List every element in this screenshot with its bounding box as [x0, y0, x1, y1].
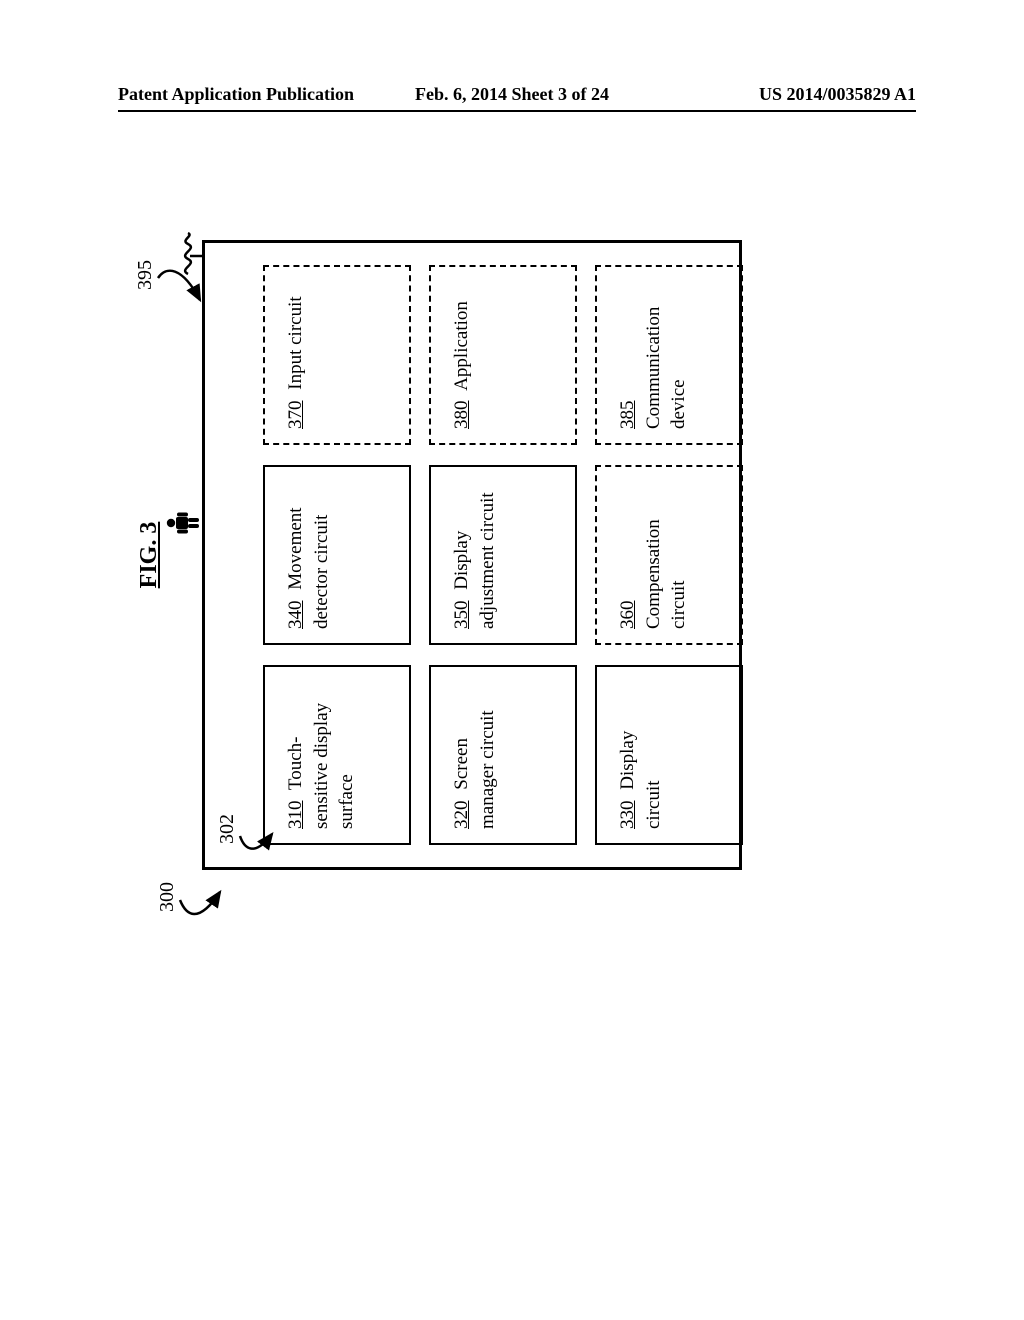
block-340: 340 Movement detector circuit — [263, 465, 411, 645]
block-385: 385 Communication device — [595, 265, 743, 445]
device-box: 310 Touch-sensitive display surface 340 … — [202, 240, 742, 870]
figure-3: FIG. 3 300 302 — [172, 240, 852, 870]
ref-300: 300 — [156, 882, 179, 912]
ref-370: 370 — [283, 401, 309, 430]
block-360: 360 Compensation circuit — [595, 465, 743, 645]
ref-380: 380 — [449, 401, 475, 430]
ref-330: 330 — [615, 801, 641, 830]
label-360: Compensation circuit — [643, 519, 690, 629]
ref-320: 320 — [449, 801, 475, 830]
figure-title: FIG. 3 — [136, 240, 163, 870]
arrow-300-icon — [178, 870, 228, 940]
block-330: 330 Display circuit — [595, 665, 743, 845]
ref-385: 385 — [615, 401, 641, 430]
ref-360: 360 — [615, 601, 641, 630]
ref-310: 310 — [283, 801, 309, 830]
block-310: 310 Touch-sensitive display surface — [263, 665, 411, 845]
label-385: Communication device — [643, 307, 690, 429]
person-icon — [166, 510, 200, 536]
ref-350: 350 — [449, 601, 475, 630]
label-370: Input circuit — [285, 296, 306, 389]
ref-395: 395 — [134, 260, 157, 290]
callout-300: 300 — [182, 870, 237, 940]
label-380: Application — [451, 301, 472, 391]
block-380: 380 Application — [429, 265, 577, 445]
block-350: 350 Display adjustment circuit — [429, 465, 577, 645]
diagram-wrapper: FIG. 3 300 302 — [172, 240, 852, 870]
header-rule — [118, 110, 916, 112]
header-right: US 2014/0035829 A1 — [759, 84, 916, 105]
patent-page: Patent Application Publication Feb. 6, 2… — [0, 0, 1024, 1320]
ref-340: 340 — [283, 601, 309, 630]
block-370: 370 Input circuit — [263, 265, 411, 445]
block-320: 320 Screen manager circuit — [429, 665, 577, 845]
